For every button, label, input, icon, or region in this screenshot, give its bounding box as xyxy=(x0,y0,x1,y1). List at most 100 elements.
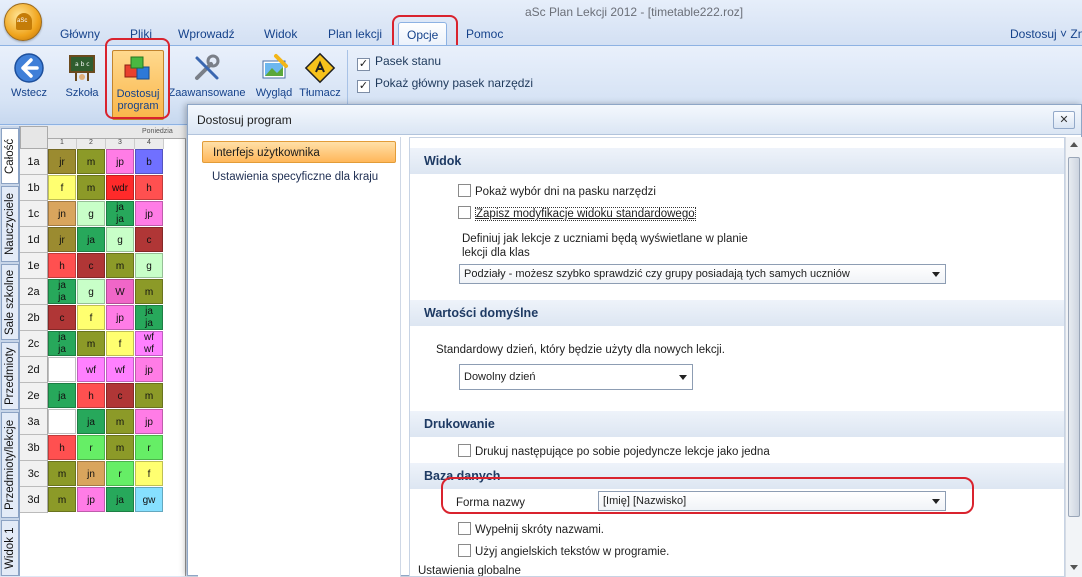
tab-pliki[interactable]: Pliki xyxy=(122,22,160,46)
lesson-card[interactable]: wf wf xyxy=(135,331,163,356)
main-toolbar-checkbox[interactable]: ✓ xyxy=(357,80,370,93)
lesson-card[interactable]: f xyxy=(135,461,163,486)
lesson-card[interactable]: f xyxy=(48,175,76,200)
lesson-card[interactable]: wf xyxy=(77,357,105,382)
nav-user-interface[interactable]: Interfejs użytkownika xyxy=(202,141,396,163)
lesson-card[interactable]: W xyxy=(106,279,134,304)
side-tab-sale[interactable]: Sale szkolne xyxy=(1,264,19,340)
class-row-label[interactable]: 2b xyxy=(20,305,48,331)
lesson-card[interactable]: r xyxy=(135,435,163,460)
lesson-card[interactable]: r xyxy=(77,435,105,460)
main-toolbar-toggle[interactable]: ✓ Pokaż główny pasek narzędzi xyxy=(357,76,533,93)
customize-menu[interactable]: Dostosuj ˅ Zn xyxy=(1010,27,1082,41)
lesson-card[interactable]: ja xyxy=(77,227,105,252)
lesson-card[interactable]: m xyxy=(106,253,134,278)
lesson-card[interactable]: f xyxy=(106,331,134,356)
option-fill-abbrev[interactable]: Wypełnij skróty nazwami. xyxy=(458,522,604,536)
status-bar-checkbox[interactable]: ✓ xyxy=(357,58,370,71)
show-days-checkbox[interactable] xyxy=(458,184,471,197)
class-row-label[interactable]: 3a xyxy=(20,409,48,435)
lesson-card[interactable]: r xyxy=(106,461,134,486)
class-row-label[interactable]: 1d xyxy=(20,227,48,253)
lesson-card[interactable]: f xyxy=(77,305,105,330)
class-row-label[interactable]: 3c xyxy=(20,461,48,487)
lesson-card[interactable]: c xyxy=(77,253,105,278)
side-tab-przedmioty[interactable]: Przedmioty xyxy=(1,342,19,410)
school-button[interactable]: a b c Szkoła xyxy=(60,50,104,99)
lesson-card[interactable]: m xyxy=(77,175,105,200)
lesson-card[interactable]: jp xyxy=(135,357,163,382)
lesson-card[interactable] xyxy=(48,357,76,382)
option-save-view[interactable]: Zapisz modyfikacje widoku standardowego xyxy=(458,206,696,221)
side-tab-widok-1[interactable]: Widok 1 xyxy=(1,520,19,576)
lesson-card[interactable]: jp xyxy=(135,409,163,434)
nav-country-settings[interactable]: Ustawienia specyficzne dla kraju xyxy=(202,166,396,188)
lesson-card[interactable]: m xyxy=(106,435,134,460)
lesson-card[interactable]: ja xyxy=(106,487,134,512)
lesson-card[interactable]: m xyxy=(135,383,163,408)
lesson-card[interactable]: jp xyxy=(106,149,134,174)
print-merge-checkbox[interactable] xyxy=(458,444,471,457)
lesson-card[interactable]: jr xyxy=(48,149,76,174)
lesson-card[interactable]: ja ja xyxy=(106,201,134,226)
class-row-label[interactable]: 3b xyxy=(20,435,48,461)
lesson-card[interactable]: jp xyxy=(106,305,134,330)
lesson-card[interactable]: g xyxy=(106,227,134,252)
class-row-label[interactable]: 2d xyxy=(20,357,48,383)
lesson-card[interactable]: m xyxy=(106,409,134,434)
class-row-label[interactable]: 1e xyxy=(20,253,48,279)
translate-button[interactable]: Tłumacz xyxy=(298,50,342,99)
lesson-card[interactable]: b xyxy=(135,149,163,174)
lesson-card[interactable]: g xyxy=(77,201,105,226)
lesson-display-select[interactable]: Podziały - możesz szybko sprawdzić czy g… xyxy=(459,264,946,284)
lesson-card[interactable]: ja xyxy=(48,383,76,408)
lesson-card[interactable]: m xyxy=(77,331,105,356)
lesson-card[interactable]: wf xyxy=(106,357,134,382)
class-row-label[interactable]: 3d xyxy=(20,487,48,513)
default-day-select[interactable]: Dowolny dzień xyxy=(459,364,693,390)
lesson-card[interactable]: c xyxy=(106,383,134,408)
side-tab-calosc[interactable]: Całość xyxy=(1,128,19,184)
fill-abbrev-checkbox[interactable] xyxy=(458,522,471,535)
lesson-card[interactable]: ja ja xyxy=(48,331,76,356)
lesson-card[interactable]: ja xyxy=(77,409,105,434)
lesson-card[interactable]: h xyxy=(48,435,76,460)
side-tab-nauczyciele[interactable]: Nauczyciele xyxy=(1,186,19,262)
option-show-days[interactable]: Pokaż wybór dni na pasku narzędzi xyxy=(458,184,656,198)
content-scrollbar[interactable] xyxy=(1065,137,1082,577)
class-row-label[interactable]: 1a xyxy=(20,149,48,175)
lesson-card[interactable]: jn xyxy=(77,461,105,486)
tab-glowny[interactable]: Główny xyxy=(52,22,108,46)
back-button[interactable]: Wstecz xyxy=(6,50,52,99)
status-bar-toggle[interactable]: ✓ Pasek stanu xyxy=(357,54,441,71)
lesson-card[interactable]: gw xyxy=(135,487,163,512)
class-row-label[interactable]: 1c xyxy=(20,201,48,227)
lesson-card[interactable]: m xyxy=(48,461,76,486)
customize-program-button[interactable]: Dostosuj program xyxy=(112,50,164,120)
lesson-card[interactable]: g xyxy=(135,253,163,278)
lesson-card[interactable]: h xyxy=(135,175,163,200)
english-texts-checkbox[interactable] xyxy=(458,544,471,557)
tab-pomoc[interactable]: Pomoc xyxy=(458,22,511,46)
class-row-label[interactable]: 2a xyxy=(20,279,48,305)
side-tab-przedmioty-lekcje[interactable]: Przedmioty/lekcje xyxy=(1,412,19,518)
class-row-label[interactable]: 2e xyxy=(20,383,48,409)
tab-opcje[interactable]: Opcje xyxy=(398,22,448,46)
scroll-down-icon[interactable] xyxy=(1070,565,1078,570)
name-format-select[interactable]: [Imię] [Nazwisko] xyxy=(598,491,946,511)
tab-plan-lekcji[interactable]: Plan lekcji xyxy=(320,22,390,46)
class-row-label[interactable]: 1b xyxy=(20,175,48,201)
lesson-card[interactable]: c xyxy=(135,227,163,252)
scroll-thumb[interactable] xyxy=(1068,157,1080,517)
lesson-card[interactable]: h xyxy=(48,253,76,278)
class-row-label[interactable]: 2c xyxy=(20,331,48,357)
lesson-card[interactable]: ja ja xyxy=(135,305,163,330)
lesson-card[interactable]: jp xyxy=(77,487,105,512)
appearance-button[interactable]: Wygląd xyxy=(252,50,296,99)
lesson-card[interactable]: m xyxy=(48,487,76,512)
lesson-card[interactable]: jr xyxy=(48,227,76,252)
lesson-card[interactable]: m xyxy=(135,279,163,304)
lesson-card[interactable]: jp xyxy=(135,201,163,226)
save-view-checkbox[interactable] xyxy=(458,206,471,219)
lesson-card[interactable]: m xyxy=(77,149,105,174)
